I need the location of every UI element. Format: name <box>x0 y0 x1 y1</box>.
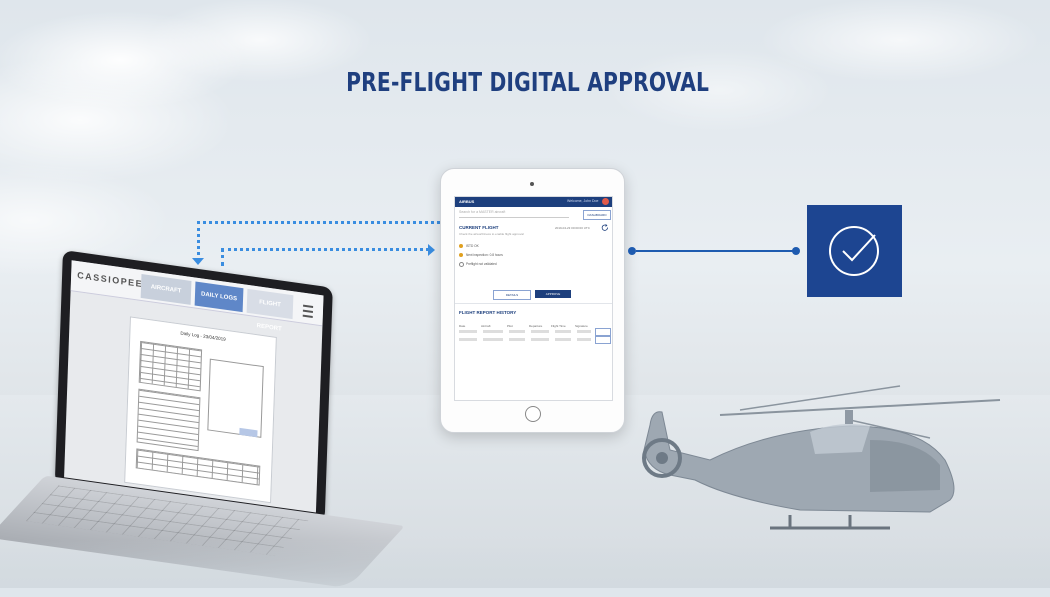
user-greeting: Welcome, John Doe <box>567 199 599 203</box>
search-input[interactable]: Search for a MASTER aircraft <box>459 210 569 218</box>
tab-daily-logs[interactable]: DAILY LOGS <box>194 281 244 313</box>
avatar[interactable] <box>602 198 609 205</box>
column-header: Flight Time <box>551 324 566 328</box>
status-dot-ok <box>459 244 463 248</box>
cloud-background-right <box>600 0 1050 220</box>
arrow-down-icon <box>192 258 204 265</box>
status-item: ISTD OK <box>466 244 479 248</box>
status-item: Preflight not validated <box>466 262 497 266</box>
menu-icon[interactable] <box>302 304 314 318</box>
column-header: Pilot <box>507 324 513 328</box>
tab-aircraft[interactable]: AIRCRAFT <box>140 273 192 305</box>
summary-table <box>135 448 261 486</box>
page-title: PRE-FLIGHT DIGITAL APPROVAL <box>346 68 710 98</box>
status-item: Next inspection: 0.8 hours <box>466 253 503 257</box>
connector-dot <box>628 247 636 255</box>
dotted-connector-upper <box>197 221 440 224</box>
floor-reflection <box>0 540 1050 588</box>
solid-connector <box>636 250 796 252</box>
tablet-header: AIRBUS Welcome, John Doe <box>455 197 612 207</box>
table-row <box>459 338 591 341</box>
tablet-screen: AIRBUS Welcome, John Doe Search for a MA… <box>454 196 613 401</box>
details-button[interactable]: DETAILS <box>493 290 531 300</box>
current-flight-subtitle: Check the airworthiness to enable flight… <box>459 232 524 236</box>
refresh-icon[interactable] <box>601 224 609 232</box>
status-dot-pending <box>459 262 464 267</box>
airbus-logo: AIRBUS <box>459 199 475 204</box>
sign-button[interactable] <box>239 427 258 438</box>
sign-button[interactable] <box>595 328 611 336</box>
arrow-right-icon <box>428 244 435 256</box>
dotted-connector-lower <box>221 248 429 251</box>
current-flight-title: CURRENT FLIGHT <box>459 225 499 230</box>
dashboard-button[interactable]: DASHBOARD <box>583 210 611 220</box>
approval-badge <box>807 205 902 297</box>
camera-dot <box>530 182 534 186</box>
daily-log-document: Daily Log - 23/04/2019 <box>124 316 277 504</box>
column-header: Departure <box>529 324 543 328</box>
tablet: AIRBUS Welcome, John Doe Search for a MA… <box>440 168 625 433</box>
column-header: Aircraft <box>481 324 491 328</box>
dotted-connector-upper-drop <box>197 221 200 261</box>
status-dot-warning <box>459 253 463 257</box>
approve-button[interactable]: APPROVE <box>535 290 571 298</box>
tab-flight-report[interactable]: FLIGHT REPORT <box>246 288 294 333</box>
divider <box>455 303 612 304</box>
laptop-lid: CASSIOPEE AIRCRAFT DAILY LOGS FLIGHT REP… <box>54 250 333 522</box>
flight-date: 2019-04-23 00:00:00 UTC <box>555 226 590 230</box>
table-row <box>459 330 591 333</box>
flight-report-title: FLIGHT REPORT HISTORY <box>459 310 517 315</box>
column-header: Signature <box>575 324 588 328</box>
checklist-table <box>136 388 201 452</box>
cassiopee-logo: CASSIOPEE <box>77 270 144 290</box>
log-table <box>138 340 203 392</box>
laptop-screen: CASSIOPEE AIRCRAFT DAILY LOGS FLIGHT REP… <box>64 260 324 513</box>
remarks-box <box>207 358 264 438</box>
sign-button[interactable] <box>595 336 611 344</box>
home-button[interactable] <box>525 406 541 422</box>
connector-dot <box>792 247 800 255</box>
column-header: Date <box>459 324 466 328</box>
dotted-connector-lower-rise <box>221 248 224 266</box>
check-circle-icon <box>829 226 879 276</box>
